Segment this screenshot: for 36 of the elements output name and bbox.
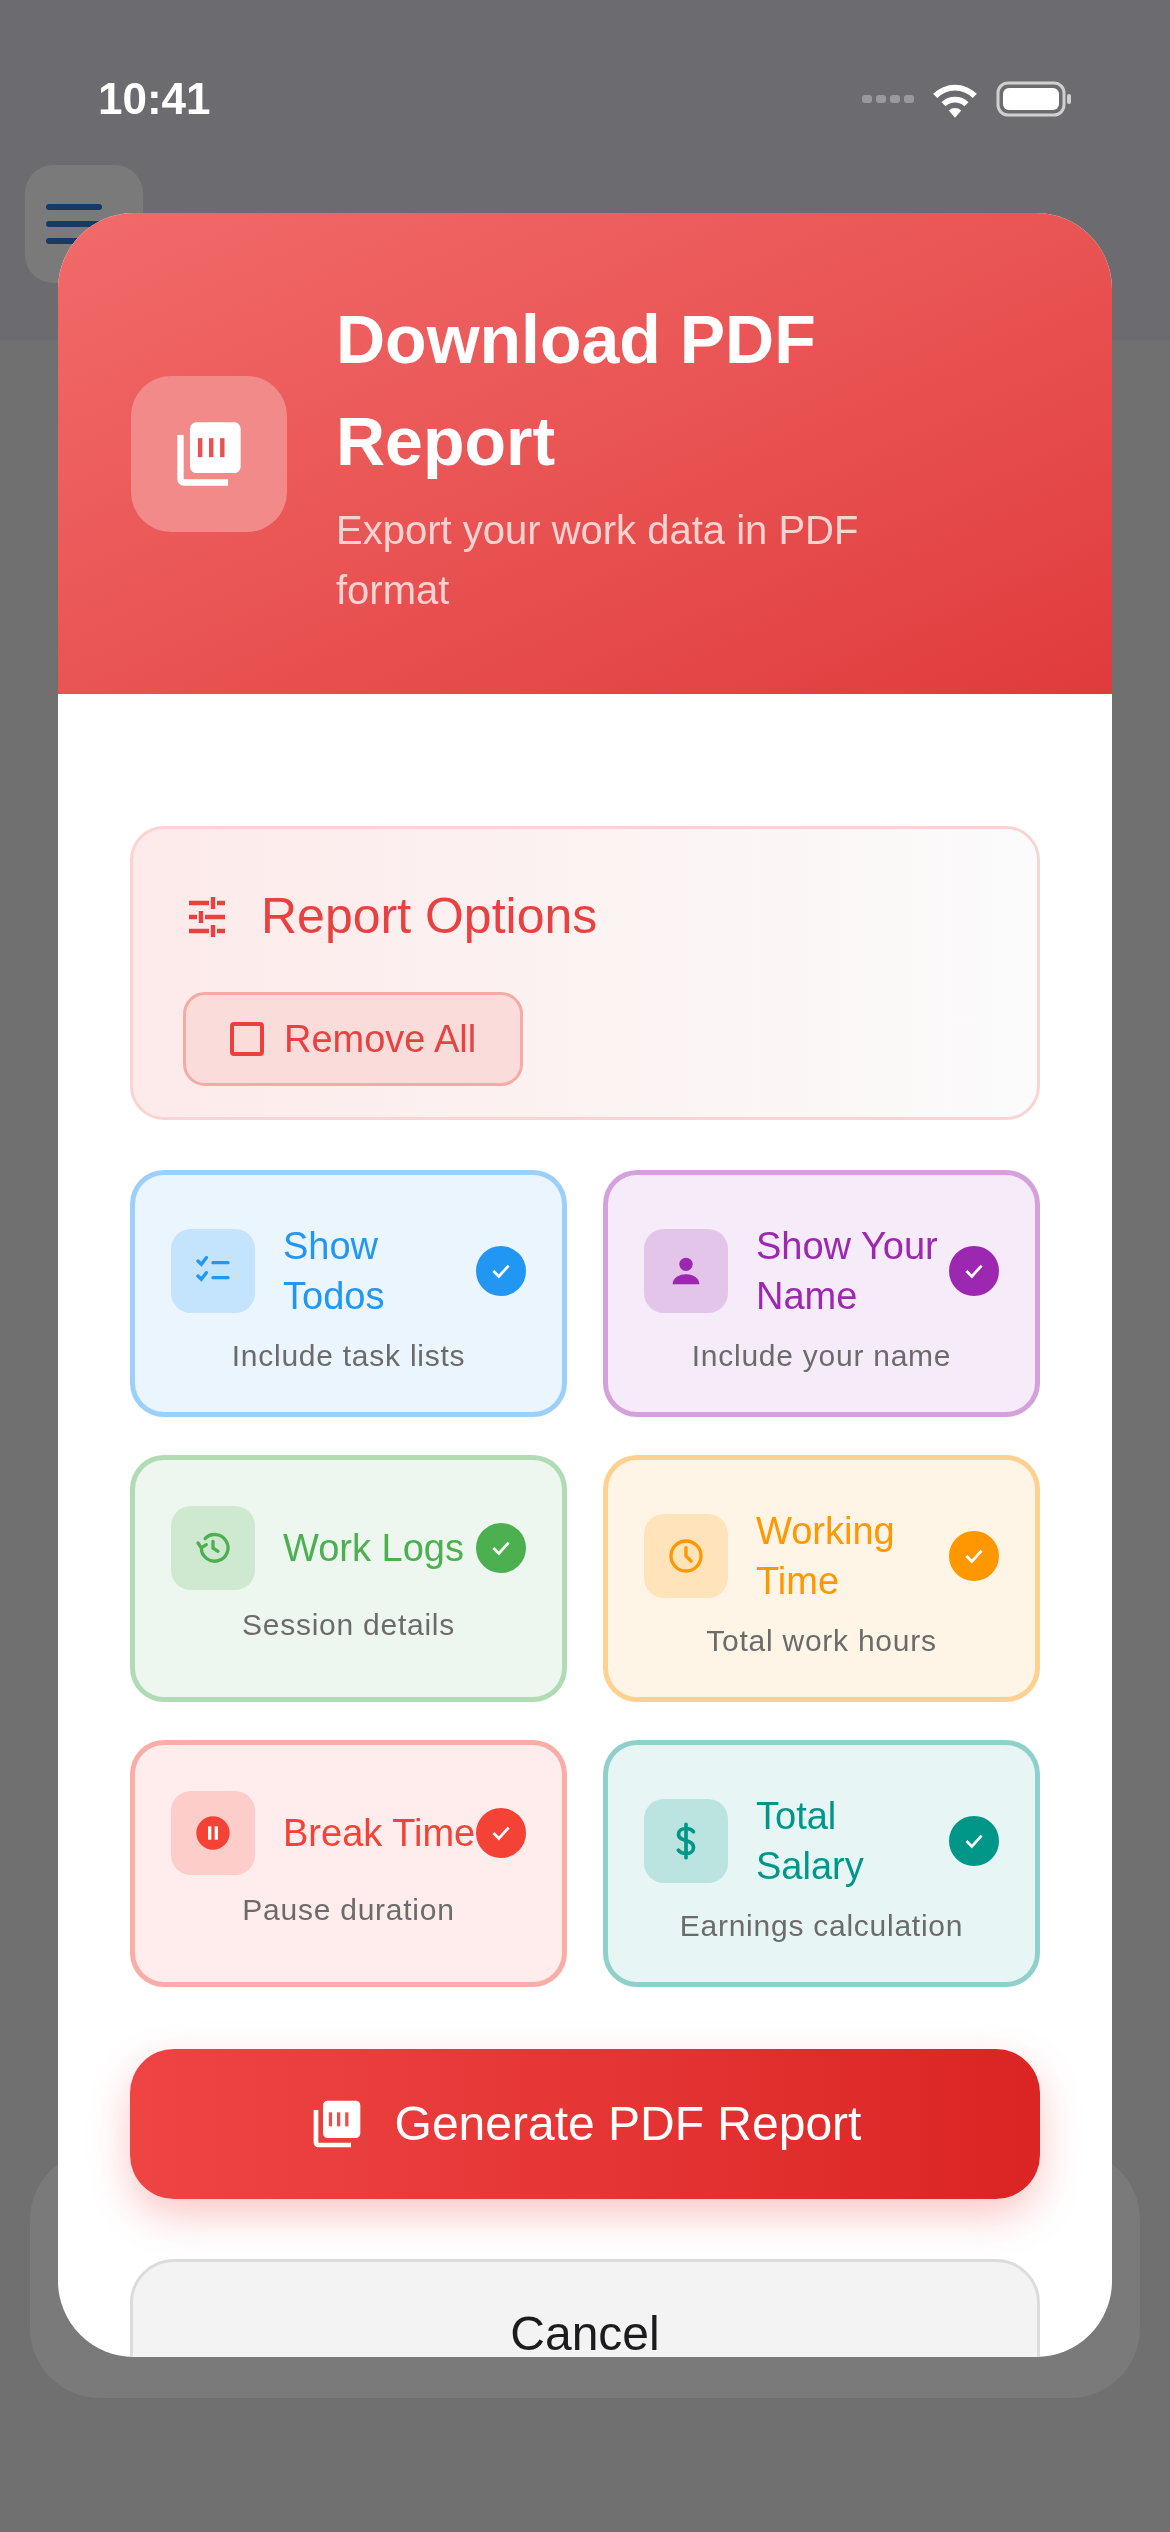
- cancel-button[interactable]: Cancel: [130, 2259, 1040, 2357]
- option-subtitle: Session details: [241, 1607, 455, 1643]
- option-subtitle: Earnings calculation: [679, 1908, 964, 1944]
- option-subtitle: Include task lists: [231, 1338, 466, 1374]
- option-title: Work Logs: [283, 1526, 465, 1571]
- option-title: Break Time: [283, 1811, 476, 1856]
- option-checkbox[interactable]: [949, 1246, 999, 1296]
- status-time: 10:41: [98, 73, 211, 125]
- generate-pdf-button[interactable]: Generate PDF Report: [130, 2049, 1040, 2199]
- option-card[interactable]: Total Salary Earnings calculation: [603, 1740, 1040, 1987]
- option-subtitle: Include your name: [691, 1338, 952, 1374]
- option-checkbox[interactable]: [476, 1808, 526, 1858]
- option-title: Show Your Name: [756, 1224, 939, 1319]
- option-title: Working Time: [756, 1509, 896, 1604]
- option-card[interactable]: Break Time Pause duration: [130, 1740, 567, 1987]
- option-card[interactable]: Show Your Name Include your name: [603, 1170, 1040, 1417]
- pause-icon: [193, 1813, 233, 1853]
- option-checkbox[interactable]: [949, 1816, 999, 1866]
- option-title: Show Todos: [283, 1224, 386, 1319]
- option-title: Total Salary: [756, 1794, 865, 1889]
- option-card[interactable]: Working Time Total work hours: [603, 1455, 1040, 1702]
- option-checkbox[interactable]: [949, 1531, 999, 1581]
- option-card[interactable]: Work Logs Session details: [130, 1455, 567, 1702]
- battery-icon: [996, 80, 1072, 118]
- remove-all-button[interactable]: Remove All: [183, 992, 524, 1086]
- clock-icon: [666, 1536, 706, 1576]
- option-checkbox[interactable]: [476, 1246, 526, 1296]
- option-subtitle: Pause duration: [242, 1892, 455, 1928]
- dialog-title: Download PDF Report: [336, 299, 817, 481]
- option-subtitle: Total work hours: [706, 1623, 937, 1659]
- option-checkbox[interactable]: [476, 1523, 526, 1573]
- report-options-title: Report Options: [261, 887, 598, 946]
- dialog-subtitle: Export your work data in PDF format: [336, 506, 860, 614]
- signal-icon: [862, 93, 914, 105]
- option-card[interactable]: Show Todos Include task lists: [130, 1170, 567, 1417]
- remove-all-checkbox[interactable]: [230, 1022, 264, 1056]
